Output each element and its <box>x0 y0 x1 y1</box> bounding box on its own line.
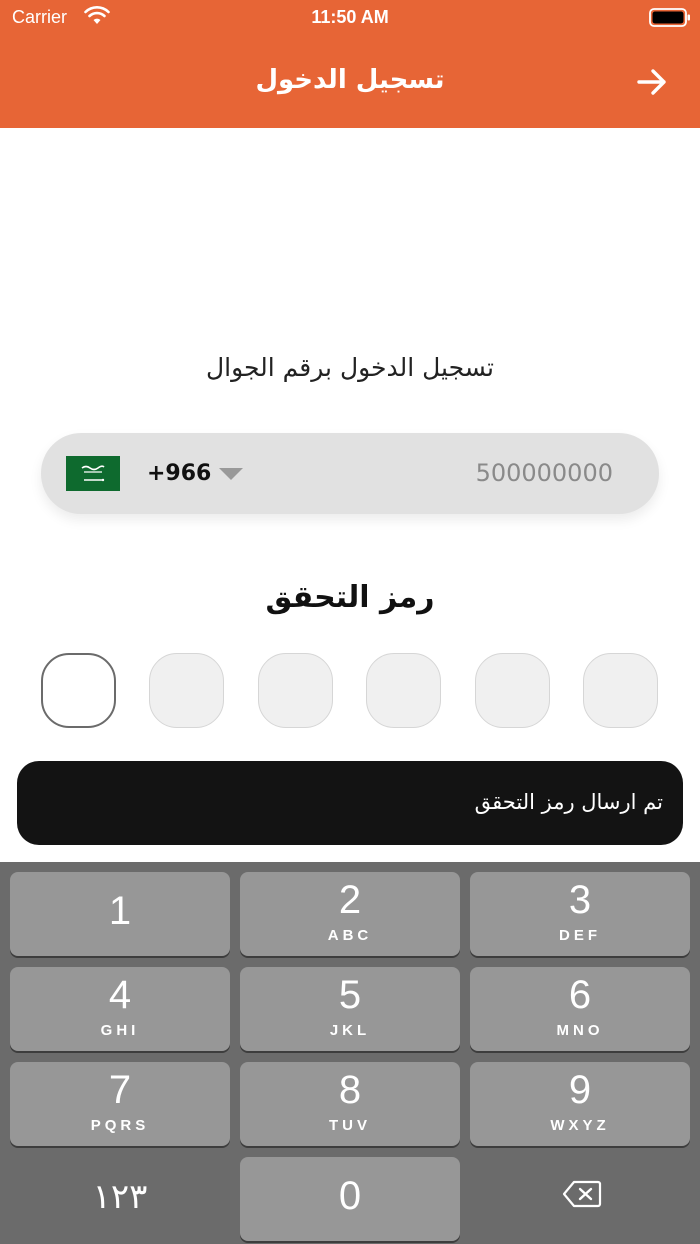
key-number: 2 <box>338 878 362 922</box>
battery-icon <box>649 8 690 27</box>
key-number: 5 <box>338 973 362 1017</box>
phone-input-group: +966 <box>41 433 659 514</box>
key-number: ١٢٣ <box>92 1178 148 1216</box>
key-letters: TUV <box>329 1117 371 1134</box>
key-letters: MNO <box>556 1022 604 1039</box>
key-number: 3 <box>568 878 592 922</box>
key-1[interactable]: 1 <box>10 872 230 956</box>
key-letters: GHI <box>100 1022 140 1039</box>
otp-digit-box[interactable] <box>475 653 550 728</box>
otp-code-inputs <box>41 653 659 728</box>
key-number: 7 <box>108 1068 132 1112</box>
toast-message: تم ارسال رمز التحقق <box>474 790 663 814</box>
key-letters: WXYZ <box>550 1117 610 1134</box>
key-number: 6 <box>568 973 592 1017</box>
otp-digit-box[interactable] <box>366 653 441 728</box>
otp-digit-box[interactable] <box>258 653 333 728</box>
page-title: تسجيل الدخول <box>255 65 445 95</box>
saudi-arabia-flag-icon[interactable] <box>66 456 120 491</box>
otp-title: رمز التحقق <box>265 580 435 615</box>
numeric-keyboard: 1 2 ABC 3 DEF 4 GHI 5 JKL 6 MNO 7 PQRS 8… <box>0 862 700 1244</box>
key-0[interactable]: 0 <box>240 1157 460 1241</box>
nav-bar: تسجيل الدخول <box>0 36 700 128</box>
key-number: 0 <box>338 1174 362 1218</box>
key-letters: PQRS <box>90 1117 150 1134</box>
arrow-right-icon[interactable] <box>634 64 670 100</box>
key-letters: JKL <box>329 1022 371 1039</box>
key-number: 8 <box>338 1068 362 1112</box>
key-8[interactable]: 8 TUV <box>240 1062 460 1146</box>
key-number: 9 <box>568 1068 592 1112</box>
status-bar: Carrier 11:50 AM <box>0 0 700 36</box>
key-number: 4 <box>108 973 132 1017</box>
otp-digit-box[interactable] <box>583 653 658 728</box>
login-heading: تسجيل الدخول برقم الجوال <box>205 353 494 382</box>
backspace-icon <box>562 1180 602 1208</box>
key-arabic-numerals[interactable]: ١٢٣ <box>10 1157 230 1241</box>
clock: 11:50 AM <box>311 7 389 27</box>
key-2[interactable]: 2 ABC <box>240 872 460 956</box>
key-letters: DEF <box>559 927 601 944</box>
key-5[interactable]: 5 JKL <box>240 967 460 1051</box>
key-9[interactable]: 9 WXYZ <box>470 1062 690 1146</box>
key-4[interactable]: 4 GHI <box>10 967 230 1051</box>
key-number: 1 <box>108 889 132 933</box>
key-letters: ABC <box>327 927 373 944</box>
key-3[interactable]: 3 DEF <box>470 872 690 956</box>
key-7[interactable]: 7 PQRS <box>10 1062 230 1146</box>
country-code[interactable]: +966 <box>147 461 211 486</box>
phone-number-input[interactable] <box>271 453 613 493</box>
toast-notification: تم ارسال رمز التحقق <box>17 761 683 845</box>
key-delete[interactable] <box>470 1157 690 1241</box>
otp-digit-box[interactable] <box>149 653 224 728</box>
otp-digit-box[interactable] <box>41 653 116 728</box>
chevron-down-icon[interactable] <box>219 468 243 480</box>
key-6[interactable]: 6 MNO <box>470 967 690 1051</box>
